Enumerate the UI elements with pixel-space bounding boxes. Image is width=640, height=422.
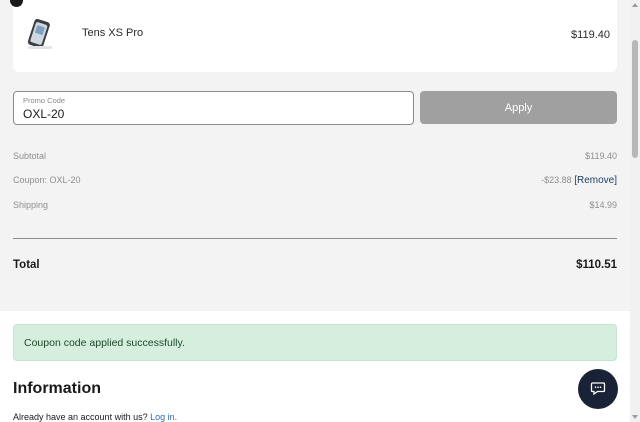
- coupon-discount-value: -$23.88: [541, 175, 572, 185]
- subtotal-value: $119.40: [585, 151, 617, 161]
- promo-code-label: Promo Code: [23, 96, 66, 105]
- scroll-down-arrow-icon[interactable]: [632, 415, 638, 419]
- summary-divider: [13, 238, 617, 239]
- page-scrollbar[interactable]: [630, 0, 640, 422]
- sunglasses-case-product-icon: [23, 16, 57, 52]
- chat-button[interactable]: [578, 369, 618, 409]
- total-value: $110.51: [576, 259, 617, 271]
- remove-coupon-link[interactable]: [Remove]: [574, 175, 617, 186]
- total-label: Total: [13, 259, 40, 271]
- cart-item: Tens XS Pro $119.40: [13, 0, 617, 72]
- account-prompt-line: Already have an account with us? Log in.: [13, 412, 177, 422]
- success-alert: Coupon code applied successfully.: [13, 324, 617, 361]
- promo-code-field[interactable]: Promo Code: [13, 91, 414, 125]
- chat-bubble-icon: [590, 380, 606, 399]
- subtotal-label: Subtotal: [13, 151, 47, 161]
- scrollbar-thumb[interactable]: [632, 40, 638, 158]
- shipping-value: $14.99: [589, 200, 617, 210]
- scroll-up-arrow-icon[interactable]: [632, 3, 638, 7]
- success-alert-message: Coupon code applied successfully.: [24, 337, 185, 349]
- promo-code-input[interactable]: [23, 106, 403, 122]
- product-price: $119.40: [571, 29, 610, 41]
- login-link[interactable]: Log in.: [150, 412, 177, 422]
- account-prompt-text: Already have an account with us?: [13, 412, 148, 422]
- coupon-value-group: -$23.88 [Remove]: [541, 175, 617, 186]
- coupon-label: Coupon: OXL-20: [13, 175, 81, 185]
- apply-button[interactable]: Apply: [420, 91, 617, 124]
- product-name: Tens XS Pro: [82, 27, 144, 39]
- shipping-label: Shipping: [13, 200, 49, 210]
- information-heading: Information: [13, 380, 101, 397]
